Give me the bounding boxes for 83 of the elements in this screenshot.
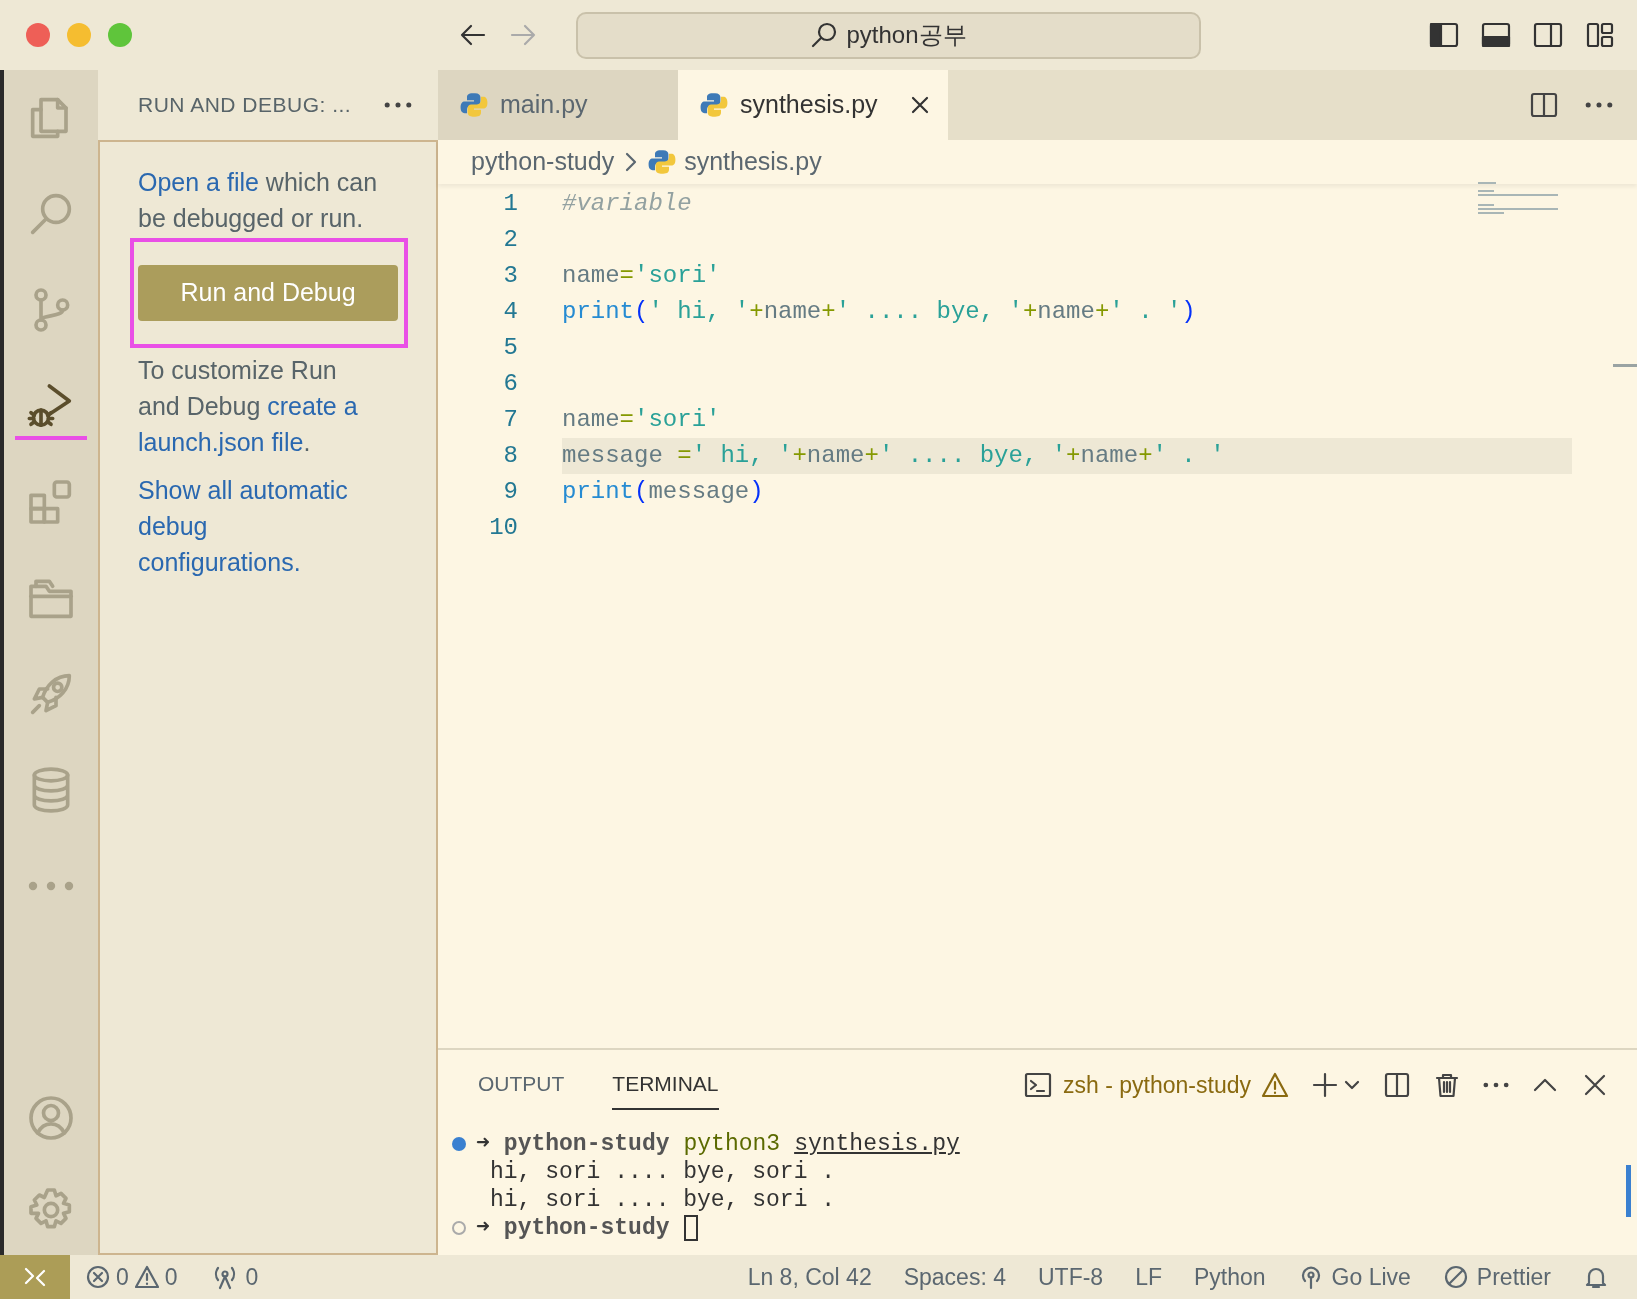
problems-button[interactable]: 0 0 [86, 1259, 178, 1295]
terminal-output: hi, sori .... bye, sori . [490, 1185, 836, 1215]
terminal-selector[interactable]: zsh - python-study [1023, 1067, 1289, 1103]
python-file-icon [700, 91, 728, 119]
split-editor-icon [1529, 90, 1559, 120]
more-icon [1483, 1082, 1509, 1088]
line-number: 2 [502, 225, 518, 255]
search-icon [810, 21, 839, 49]
sidebar-layout-icon [1429, 20, 1459, 50]
split-icon [1383, 1071, 1411, 1099]
line-number: 3 [502, 261, 518, 291]
close-window-button[interactable] [26, 23, 50, 47]
code-line: name='sori' [562, 405, 721, 435]
line-number: 6 [502, 369, 518, 399]
link[interactable]: launch.json file [138, 428, 304, 456]
status-item[interactable]: UTF-8 [1037, 1259, 1104, 1295]
scrollbar-marker [1626, 1165, 1631, 1217]
more-icon [28, 881, 74, 891]
new-terminal-button[interactable] [1311, 1071, 1339, 1099]
more-icon [384, 102, 412, 108]
kill-terminal-button[interactable] [1433, 1071, 1461, 1099]
editor-tab[interactable]: main.py [438, 70, 678, 140]
warning-icon [1261, 1071, 1289, 1099]
split-editor-button[interactable] [1529, 90, 1559, 120]
toggle-sidebar-button[interactable] [1429, 20, 1459, 50]
line-number: 8 [502, 441, 518, 471]
layout-grid-icon [1585, 20, 1615, 50]
show-configurations-link[interactable]: Show all automatic debug configurations. [138, 472, 370, 580]
toggle-panel-button[interactable] [1481, 20, 1511, 50]
run-and-debug-button[interactable]: Run and Debug [138, 265, 398, 321]
code-line: #variable [562, 189, 692, 219]
line-number: 9 [502, 477, 518, 507]
breadcrumb-item[interactable]: python-study [471, 143, 615, 181]
status-item[interactable]: Python [1194, 1259, 1266, 1295]
editor-tab[interactable]: synthesis.py [678, 70, 948, 140]
status-item[interactable]: Ln 8, Col 42 [747, 1259, 872, 1295]
prettier-button[interactable]: Prettier [1442, 1259, 1551, 1295]
code-line: message =' hi, '+name+' .... bye, '+name+' . ' [562, 441, 1225, 471]
terminal-output: hi, sori .... bye, sori . [490, 1157, 836, 1187]
code-line: print(message) [562, 477, 764, 507]
annotation-underline [15, 436, 87, 440]
description-text: Open a file which can be debugged or run. [138, 167, 379, 234]
trash-icon [1433, 1071, 1461, 1099]
python-file-icon [648, 148, 677, 176]
command-center-search-field[interactable]: python공부 [576, 11, 1201, 59]
terminal-prompt: ➜ python-study python3 synthesis.py [476, 1129, 960, 1159]
sidebar-title: RUN AND DEBUG: ... [138, 92, 352, 119]
more-actions-button[interactable] [1483, 1082, 1509, 1088]
warning-icon [134, 1265, 159, 1289]
toggle-secondary-sidebar-button[interactable] [1533, 20, 1563, 50]
description-text: To customize Run and Debug create a launch.json file. [138, 355, 359, 458]
panel-layout-icon [1481, 20, 1511, 50]
more-icon [1585, 102, 1613, 108]
python-file-icon [460, 91, 488, 119]
line-number: 1 [502, 189, 518, 219]
more-actions-button[interactable] [384, 102, 412, 108]
prohibited-icon [1442, 1264, 1469, 1290]
status-item[interactable]: Spaces: 4 [903, 1259, 1006, 1295]
line-number: 4 [502, 297, 518, 327]
line-number: 7 [502, 405, 518, 435]
terminal-icon [1023, 1070, 1054, 1100]
scrollbar-marker [1613, 364, 1637, 367]
split-terminal-button[interactable] [1383, 1071, 1411, 1099]
panel-tab[interactable]: TERMINAL [612, 1060, 719, 1110]
status-item[interactable]: LF [1135, 1259, 1162, 1295]
panel-tab[interactable]: OUTPUT [478, 1060, 565, 1110]
ports-button[interactable]: 0 [211, 1259, 259, 1295]
line-number: 5 [502, 333, 518, 363]
account-icon [26, 1093, 76, 1143]
terminal-prompt: ➜ python-study [476, 1213, 670, 1243]
code-line: print(' hi, '+name+' .... bye, '+name+' . ') [562, 297, 1196, 327]
link[interactable]: create a [267, 392, 358, 420]
customize-layout-button[interactable] [1585, 20, 1615, 50]
remote-button[interactable] [0, 1255, 70, 1299]
error-icon [86, 1265, 110, 1289]
more-actions-button[interactable] [1585, 102, 1613, 108]
breadcrumb-item[interactable]: synthesis.py [684, 143, 822, 181]
link[interactable]: Open a file [138, 168, 259, 196]
plus-icon [1311, 1071, 1339, 1099]
code-line: name='sori' [562, 261, 721, 291]
go-live-button[interactable]: Go Live [1297, 1259, 1411, 1295]
line-number: 10 [488, 513, 518, 543]
split-layout-icon [1533, 20, 1563, 50]
